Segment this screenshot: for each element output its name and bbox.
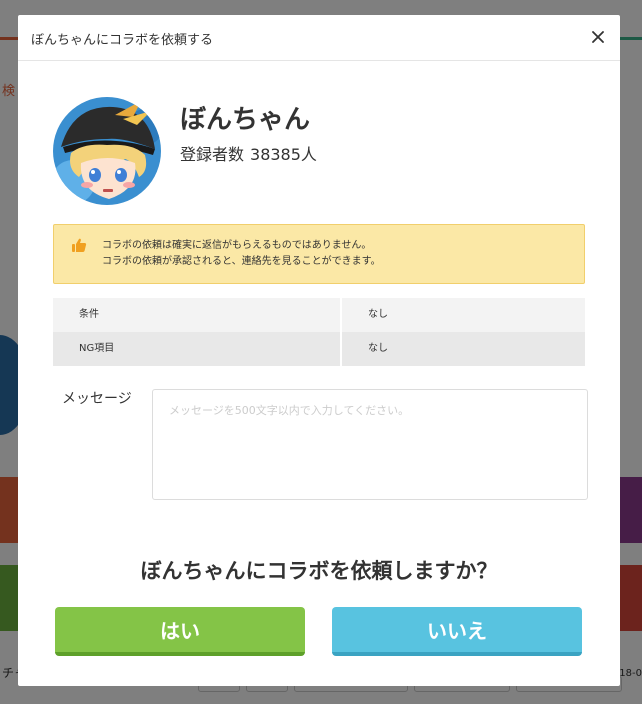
close-button[interactable]: [586, 25, 610, 49]
dialog-title: ぼんちゃんにコラボを依頼する: [31, 33, 214, 48]
table-row: 条件 なし: [53, 298, 585, 332]
no-button[interactable]: いいえ: [332, 607, 582, 656]
condition-label: 条件: [53, 298, 342, 332]
close-icon: [592, 31, 604, 43]
yes-button[interactable]: はい: [55, 607, 305, 656]
message-textarea[interactable]: [152, 389, 588, 500]
notice-box: コラボの依頼は確実に返信がもらえるものではありません。 コラボの依頼が承認される…: [53, 224, 585, 284]
condition-value: なし: [368, 309, 388, 320]
subscriber-value: 38385人: [250, 145, 317, 164]
confirm-question: ぼんちゃんにコラボを依頼しますか？: [140, 559, 498, 583]
subscriber-count: 登録者数 38385人: [180, 141, 317, 165]
creator-avatar: [53, 97, 161, 205]
ng-items-label: NG項目: [53, 332, 342, 366]
message-label: メッセージ: [62, 391, 132, 407]
notice-line-1: コラボの依頼は確実に返信がもらえるものではありません。: [102, 240, 372, 251]
subscriber-label: 登録者数: [180, 145, 245, 164]
dialog-header: ぼんちゃんにコラボを依頼する: [18, 15, 620, 61]
creator-name: ぼんちゃん: [180, 105, 311, 135]
notice-line-2: コラボの依頼が承認されると、連絡先を見ることができます。: [102, 256, 381, 267]
notice-text: コラボの依頼は確実に返信がもらえるものではありません。 コラボの依頼が承認される…: [102, 238, 381, 270]
table-row: NG項目 なし: [53, 332, 585, 366]
collab-request-dialog: ぼんちゃんにコラボを依頼する ぼんちゃん 登録者数 38385人 コラボの依頼は…: [18, 15, 620, 686]
conditions-table: 条件 なし NG項目 なし: [53, 298, 585, 366]
thumbs-up-icon: [72, 238, 87, 252]
ng-items-value: なし: [368, 343, 388, 354]
